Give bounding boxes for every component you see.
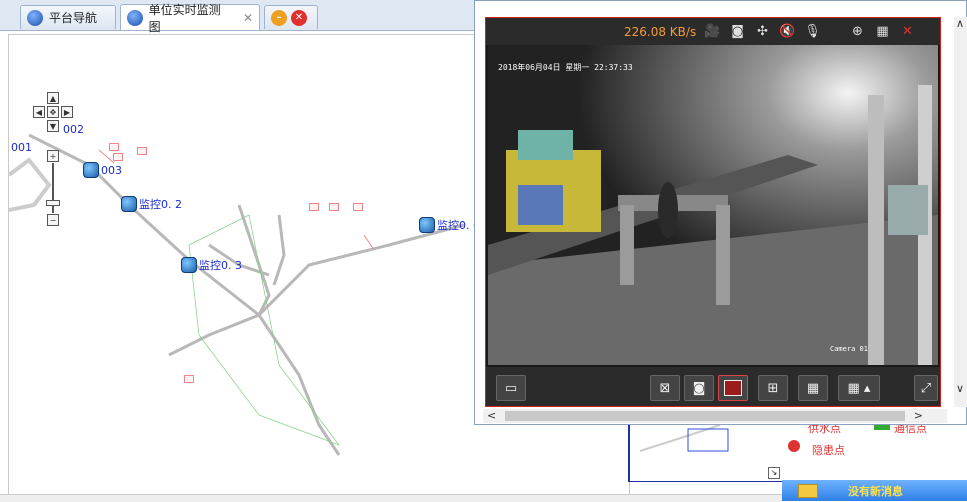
mic-icon[interactable]: 🎙 (800, 24, 825, 39)
camera-icon (419, 217, 435, 233)
marker-label: 监控0. 3 (199, 259, 242, 272)
tab-platform-nav[interactable]: 平台导航 (20, 5, 116, 29)
video-bottom-bar: ▭ ⊠ ◙ ⊞ ▦ ▦ ▴ ⤢ (486, 367, 940, 406)
pan-center-icon[interactable]: ✥ (47, 106, 59, 118)
tab-label: 平台导航 (49, 11, 98, 25)
zoom-icon[interactable]: ⊕ (845, 24, 870, 39)
pan-right-icon[interactable]: ▶ (61, 106, 73, 118)
tab-label: 单位实时监测图 (148, 2, 221, 34)
osd-datetime: 2018年06月04日 星期一 22:37:33 (498, 63, 633, 72)
video-window: 226.08 KB/s 🎥 ◙ ✣ 🔇 🎙 ⊕ ▦ ✕ 2018年06月04日 … (474, 0, 967, 425)
minimize-all-icon[interactable]: – (271, 9, 287, 26)
fullscreen-icon[interactable]: ⤢ (914, 375, 938, 401)
monitor-marker[interactable]: 监控0. 2 (121, 196, 182, 212)
video-toolbar: 226.08 KB/s 🎥 ◙ ✣ 🔇 🎙 ⊕ ▦ ✕ (486, 18, 940, 45)
camera-icon (83, 162, 99, 178)
bitrate-readout: 226.08 KB/s (624, 24, 697, 39)
video-scene (488, 45, 938, 365)
minimap-svg (639, 424, 729, 452)
close-video-icon[interactable]: ⊠ (650, 375, 680, 401)
monitor-marker[interactable]: 监控0. 6 (419, 217, 480, 233)
snapshot-icon[interactable]: ◙ (725, 24, 750, 39)
scroll-down-icon[interactable]: ∨ (956, 382, 964, 395)
map-red-label (353, 203, 364, 211)
scroll-thumb[interactable] (505, 411, 905, 421)
scroll-right-icon[interactable]: > (914, 409, 923, 422)
minimap[interactable]: ↘ (628, 424, 782, 482)
layout-4-icon[interactable]: ⊞ (758, 375, 788, 401)
layout-16-icon[interactable]: ▦ ▴ (838, 375, 880, 401)
message-bar[interactable]: 没有新消息 (782, 480, 967, 501)
pan-up-icon[interactable]: ▲ (47, 92, 59, 104)
single-view-icon[interactable]: ▭ (496, 375, 526, 401)
ptz-icon[interactable]: ✣ (750, 24, 775, 39)
scroll-up-icon[interactable]: ∧ (956, 17, 964, 30)
message-status: 没有新消息 (848, 484, 903, 498)
vertical-scrollbar[interactable]: ∧ ∨ (954, 17, 967, 407)
tab-realtime-monitor[interactable]: 单位实时监测图 ✕ (120, 3, 260, 34)
legend-panel: 供水点 通信点 隐患点 (782, 420, 967, 480)
camera-icon (121, 196, 137, 212)
map-edge-label: 002 (63, 123, 84, 136)
legend-item: 隐患点 (812, 444, 845, 457)
map-red-label (137, 147, 148, 155)
zoom-in-icon[interactable]: + (47, 150, 59, 162)
map-red-label (109, 143, 120, 151)
camera-icon (181, 257, 197, 273)
close-all-icon[interactable]: ✕ (291, 9, 307, 26)
tunnel-main (28, 133, 465, 456)
layout-1-icon[interactable] (718, 375, 748, 401)
minimap-toggle-icon[interactable]: ↘ (768, 467, 780, 479)
envelope-icon (798, 483, 818, 498)
green-outline (188, 214, 340, 446)
close-icon[interactable]: ✕ (243, 11, 253, 25)
snapshot-icon[interactable]: ◙ (684, 375, 714, 401)
close-icon[interactable]: ✕ (895, 24, 920, 39)
fullscreen-screen-icon[interactable]: ▦ (870, 24, 895, 39)
zoom-out-icon[interactable]: − (47, 214, 59, 226)
monitor-marker[interactable]: 监控0. 3 (181, 257, 242, 273)
hazard-point-icon (788, 440, 800, 452)
map-red-label (309, 203, 320, 211)
map-red-label (113, 153, 124, 161)
map-red-label (184, 375, 195, 383)
mute-icon[interactable]: 🔇 (775, 24, 800, 39)
monitor-marker[interactable]: 003 (83, 162, 122, 178)
video-panel: 226.08 KB/s 🎥 ◙ ✣ 🔇 🎙 ⊕ ▦ ✕ 2018年06月04日 … (485, 17, 941, 407)
globe-icon (27, 9, 43, 26)
horizontal-scrollbar[interactable]: < > (483, 409, 947, 423)
map-edge-label: 001 (11, 141, 32, 154)
marker-label: 003 (101, 163, 122, 177)
pan-left-icon[interactable]: ◀ (33, 106, 45, 118)
layout-9-icon[interactable]: ▦ (798, 375, 828, 401)
osd-camera-name: Camera 01 (830, 345, 868, 353)
scroll-left-icon[interactable]: < (487, 409, 496, 422)
pan-down-icon[interactable]: ▼ (47, 120, 59, 132)
tab-actions: – ✕ (264, 5, 318, 29)
zoom-slider-handle[interactable] (46, 200, 60, 206)
marker-label: 监控0. 2 (139, 198, 182, 211)
video-frame[interactable]: 2018年06月04日 星期一 22:37:33 Camera 01 (488, 45, 938, 365)
tunnel-faded (9, 157, 52, 212)
map-red-label (329, 203, 340, 211)
record-icon[interactable]: 🎥 (700, 24, 725, 39)
globe-icon (127, 9, 143, 26)
